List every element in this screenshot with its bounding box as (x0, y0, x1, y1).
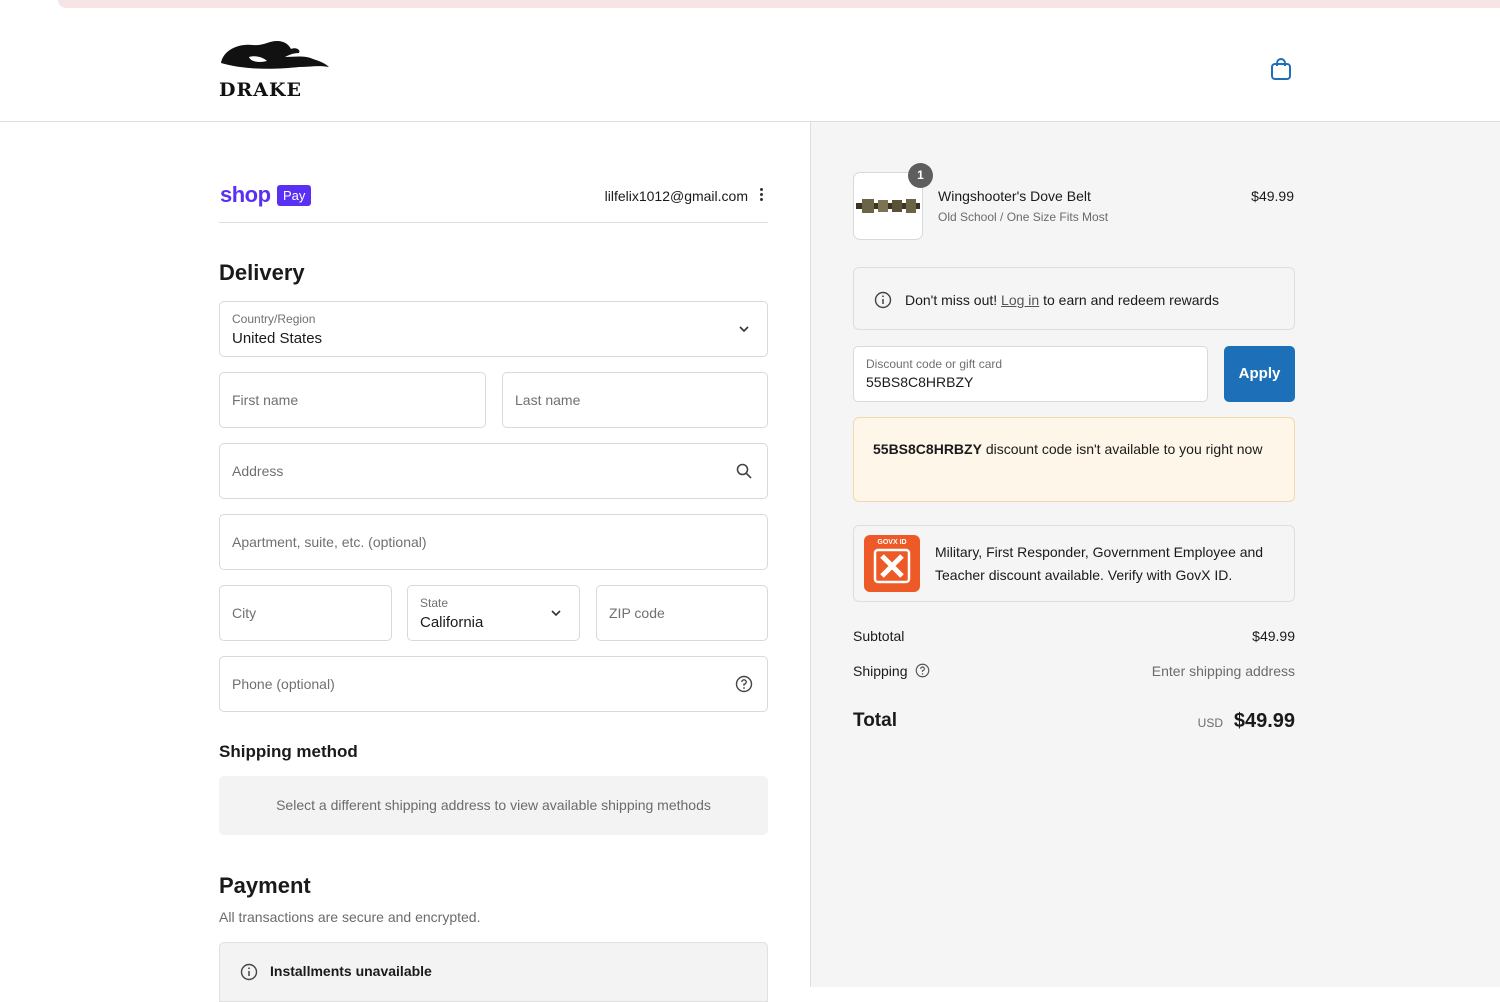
zip-code-field[interactable]: ZIP code (596, 585, 768, 641)
state-value: California (420, 614, 484, 631)
shop-pay-account-row: shop Pay lilfelix1012@gmail.com (219, 182, 768, 223)
last-name-placeholder: Last name (515, 392, 581, 408)
payment-title: Payment (219, 873, 311, 898)
total-label: Total (853, 710, 897, 731)
log-in-link[interactable]: Log in (1001, 292, 1039, 308)
state-select[interactable]: State California (407, 585, 580, 641)
govx-banner[interactable]: GOVX ID Military, First Responder, Gover… (853, 525, 1295, 602)
state-label: State (420, 596, 449, 610)
country-value: United States (232, 330, 323, 347)
help-circle-icon[interactable] (735, 675, 753, 693)
govx-logo-icon: GOVX ID (864, 535, 920, 592)
city-field[interactable]: City (219, 585, 392, 641)
drake-wordmark: DRAKE (219, 79, 303, 101)
installments-text: Installments unavailable (270, 963, 432, 979)
rewards-prefix: Don't miss out! (905, 292, 998, 308)
discount-code-label: Discount code or gift card (866, 357, 1003, 371)
subtotal-label: Subtotal (853, 628, 905, 644)
total-amount: $49.99 (1233, 710, 1295, 732)
drake-logo[interactable]: DRAKE (219, 37, 331, 101)
address-field[interactable]: Address (219, 443, 768, 499)
subtotal-row: Subtotal $49.99 (853, 628, 1295, 644)
total-currency: USD (1197, 716, 1223, 730)
duck-logo-icon (221, 41, 329, 69)
country-select[interactable]: Country/Region United States (219, 301, 768, 357)
site-header: DRAKE (0, 15, 1500, 122)
search-icon (736, 463, 752, 479)
rewards-banner: Don't miss out! Log in to earn and redee… (853, 267, 1295, 330)
shopping-bag-icon[interactable] (1268, 56, 1294, 82)
product-name: Wingshooter's Dove Belt (938, 188, 1091, 204)
rewards-suffix: to earn and redeem rewards (1043, 292, 1219, 308)
rewards-text: Don't miss out! Log in to earn and redee… (905, 292, 1219, 308)
order-summary-column: 1 Wingshooter's Dove Belt Old School / O… (810, 122, 1500, 987)
browser-tab-strip (58, 0, 1500, 8)
shipping-label: Shipping (853, 663, 908, 679)
checkout-form-column: shop Pay lilfelix1012@gmail.com Delivery… (0, 122, 810, 1002)
first-name-placeholder: First name (232, 392, 299, 408)
chevron-down-icon (551, 610, 561, 617)
installments-notice: Installments unavailable (219, 942, 768, 1002)
chevron-down-icon (739, 326, 749, 333)
apartment-field[interactable]: Apartment, suite, etc. (optional) (219, 514, 768, 570)
payment-secure-note: All transactions are secure and encrypte… (219, 909, 481, 925)
last-name-field[interactable]: Last name (502, 372, 768, 428)
phone-field[interactable]: Phone (optional) (219, 656, 768, 712)
info-icon (874, 291, 892, 309)
city-placeholder: City (232, 605, 257, 621)
shipping-method-title: Shipping method (219, 742, 358, 761)
product-price: $49.99 (1251, 188, 1294, 204)
shipping-value: Enter shipping address (1151, 663, 1295, 679)
warning-code: 55BS8C8HRBZY (873, 441, 982, 457)
first-name-field[interactable]: First name (219, 372, 486, 428)
govx-message: Military, First Responder, Government Em… (935, 544, 1264, 583)
product-thumbnail: 1 (853, 163, 933, 240)
shipping-row: Shipping Enter shipping address (853, 663, 1295, 679)
discount-code-field[interactable]: Discount code or gift card 55BS8C8HRBZY (853, 346, 1208, 402)
discount-code-value: 55BS8C8HRBZY (866, 374, 974, 390)
info-icon (240, 963, 258, 981)
total-row: Total USD $49.99 (853, 710, 1295, 732)
more-options-icon[interactable] (756, 186, 766, 204)
account-email: lilfelix1012@gmail.com (604, 188, 748, 204)
shop-pay-badge: Pay (277, 185, 312, 206)
zip-code-placeholder: ZIP code (609, 605, 665, 621)
quantity-badge: 1 (908, 163, 933, 188)
warning-message: discount code isn't available to you rig… (985, 441, 1263, 457)
delivery-title: Delivery (219, 260, 305, 285)
shop-pay-logo: shop (220, 182, 271, 207)
browser-top-strip (0, 0, 1500, 15)
product-variant: Old School / One Size Fits Most (938, 210, 1109, 224)
phone-placeholder: Phone (optional) (232, 676, 335, 692)
apply-button[interactable]: Apply (1224, 346, 1295, 402)
address-placeholder: Address (232, 463, 284, 479)
subtotal-value: $49.99 (1252, 628, 1295, 644)
help-circle-icon[interactable] (915, 663, 930, 678)
shipping-method-message: Select a different shipping address to v… (219, 776, 768, 835)
country-label: Country/Region (232, 312, 316, 326)
discount-warning: 55BS8C8HRBZY discount code isn't availab… (853, 417, 1295, 502)
apartment-placeholder: Apartment, suite, etc. (optional) (232, 534, 427, 550)
